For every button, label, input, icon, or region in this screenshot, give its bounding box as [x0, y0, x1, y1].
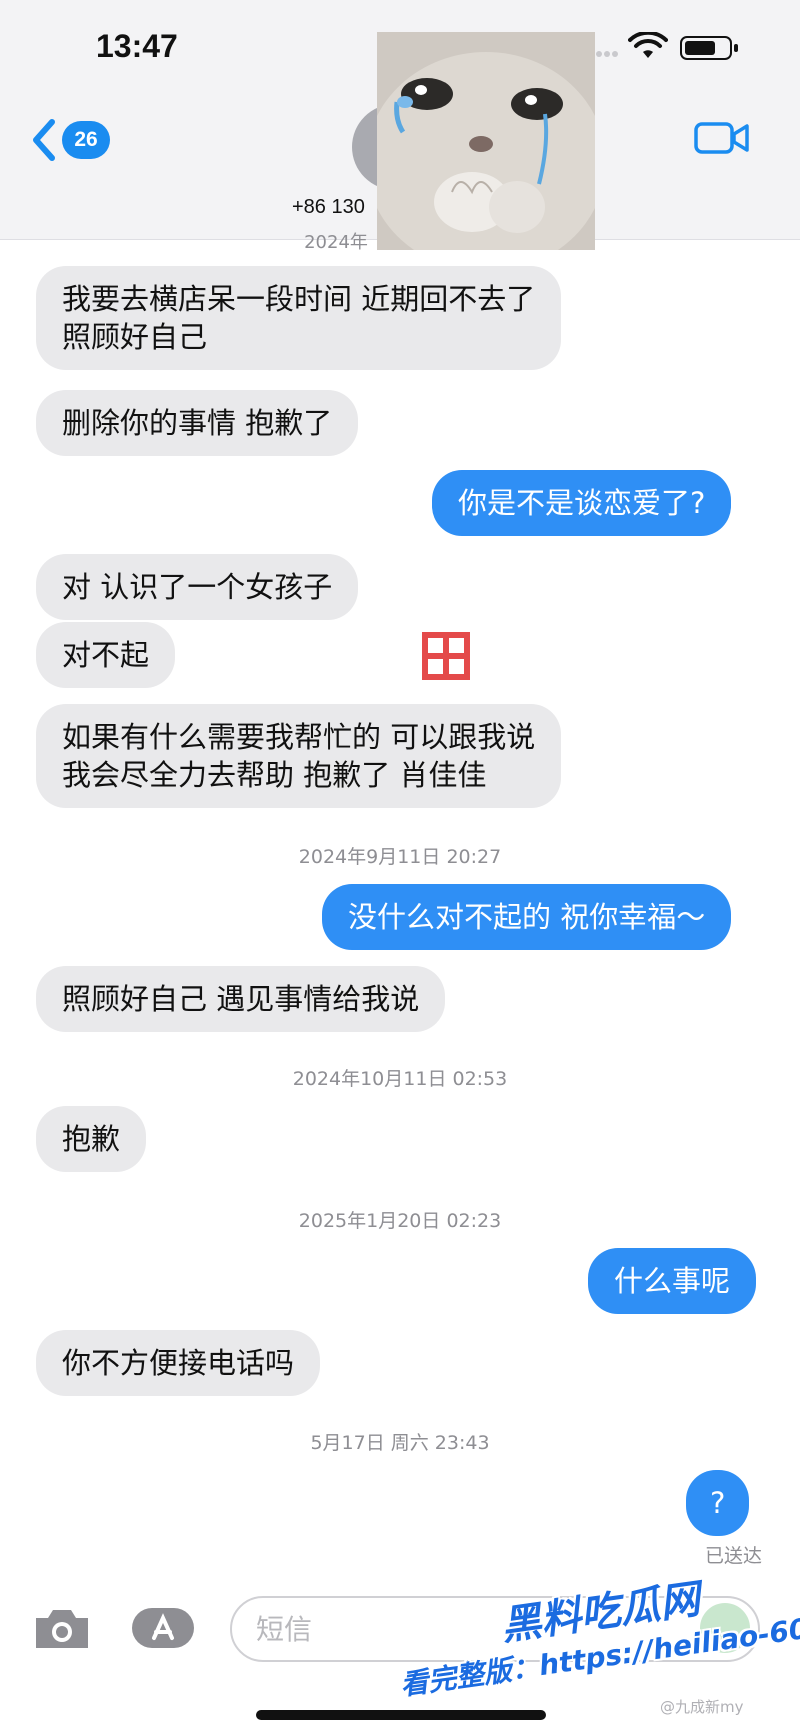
video-call-icon[interactable] [694, 118, 750, 158]
timestamp: 2025年1月20日 02:23 [298, 1210, 502, 1232]
message-outgoing[interactable]: ? [686, 1470, 750, 1536]
home-indicator[interactable] [256, 1710, 546, 1720]
message-incoming[interactable]: 照顾好自己 遇见事情给我说 [36, 966, 446, 1032]
red-stamp-mark [422, 632, 470, 680]
chevron-left-icon [33, 119, 55, 161]
camera-icon[interactable] [32, 1604, 92, 1652]
status-time: 13:47 [96, 28, 178, 64]
timestamp: 2024年10月11日 02:53 [292, 1068, 508, 1090]
delivered-status: 已送达 [704, 1545, 762, 1567]
weibo-watermark: @九成新my [660, 1698, 744, 1716]
battery-icon [680, 36, 738, 60]
message-incoming[interactable]: 抱歉 [36, 1106, 147, 1172]
unread-count-badge: 26 [62, 121, 110, 159]
message-outgoing[interactable]: 没什么对不起的 祝你幸福～ [322, 884, 732, 950]
app-store-icon[interactable] [130, 1604, 200, 1652]
timestamp: 5月17日 周六 23:43 [310, 1432, 490, 1454]
message-incoming[interactable]: 删除你的事情 抱歉了 [36, 390, 359, 456]
crying-cat-sticker [377, 32, 595, 250]
message-incoming[interactable]: 你不方便接电话吗 [36, 1330, 321, 1396]
partial-timestamp: 2024年 [304, 232, 368, 253]
wifi-icon [628, 32, 668, 58]
message-incoming[interactable]: 如果有什么需要我帮忙的 可以跟我说 我会尽全力去帮助 抱歉了 肖佳佳 [36, 704, 562, 808]
message-outgoing[interactable]: 你是不是谈恋爱了? [432, 470, 732, 536]
message-incoming[interactable]: 对 认识了一个女孩子 [36, 554, 359, 620]
back-button[interactable]: 26 [28, 112, 118, 168]
message-incoming[interactable]: 我要去横店呆一段时间 近期回不去了 照顾好自己 [36, 266, 562, 370]
signal-dots-icon [596, 51, 618, 57]
message-incoming[interactable]: 对不起 [36, 622, 176, 688]
timestamp: 2024年9月11日 20:27 [298, 846, 502, 868]
message-outgoing[interactable]: 什么事呢 [588, 1248, 757, 1314]
contact-number[interactable]: +86 130 [292, 196, 365, 219]
